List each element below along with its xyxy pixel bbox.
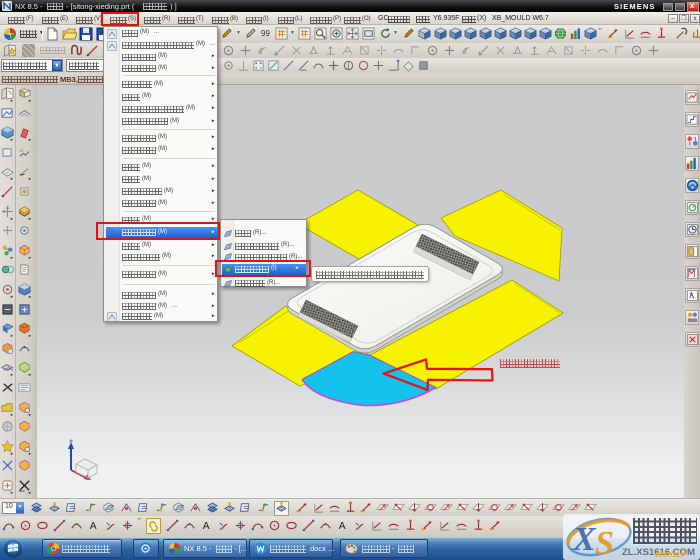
- svg-text:S: S: [595, 525, 614, 560]
- svg-text:X: X: [572, 521, 597, 558]
